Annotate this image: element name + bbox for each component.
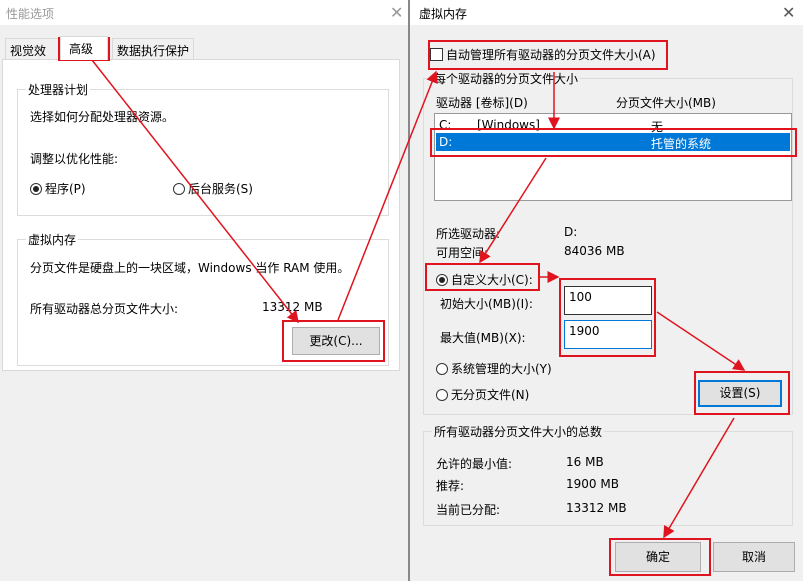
annotation-arrows	[91, 59, 746, 539]
tab-advanced[interactable]: 高级	[60, 36, 108, 60]
arrow	[337, 70, 438, 321]
arrow	[656, 311, 746, 371]
arrow	[663, 417, 735, 539]
arrow	[479, 157, 547, 264]
arrow	[91, 59, 299, 324]
